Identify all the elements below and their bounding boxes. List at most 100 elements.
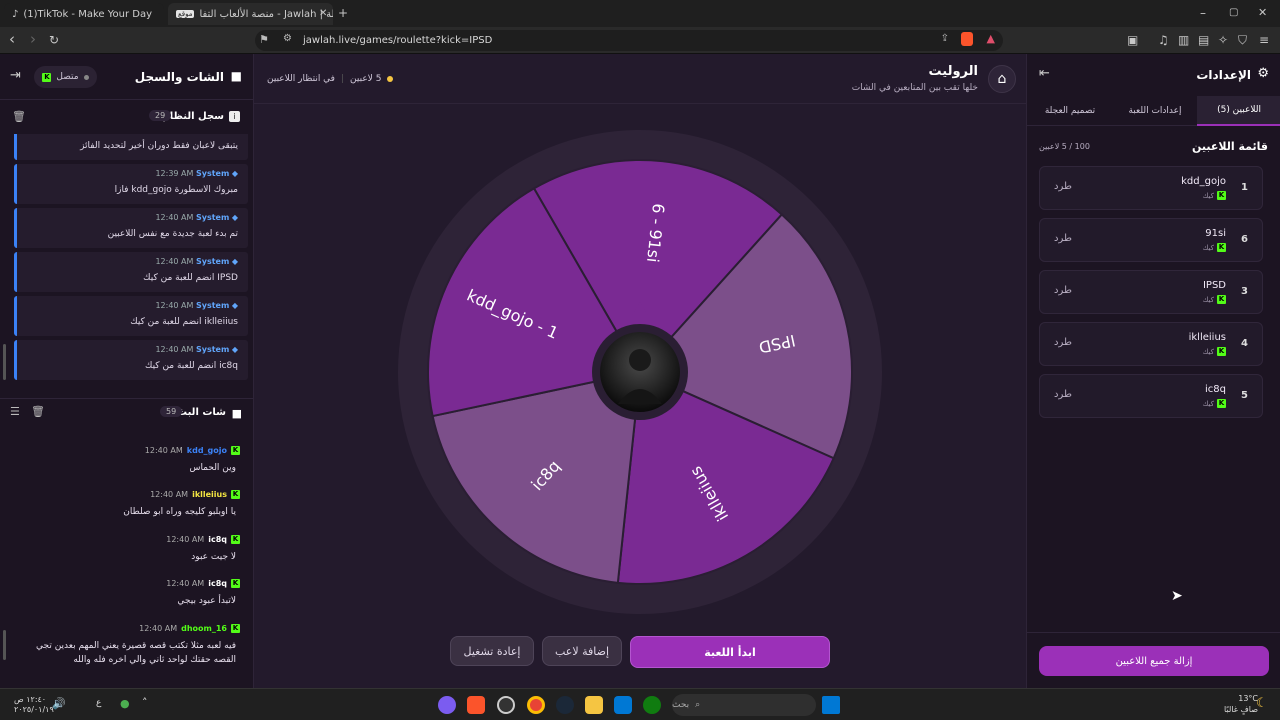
stream-chat-title: شات البث (177, 407, 226, 418)
collapse-panel-icon[interactable]: ⇤ (1039, 66, 1050, 81)
weather-widget[interactable]: 13°C صافٍ غالبًا (1180, 693, 1258, 717)
settings-header: ⇤ ⚙ الإعدادات (1027, 54, 1280, 96)
chat-icon: ■ (230, 69, 242, 83)
chat-panel-title: الشات والسجل (134, 70, 224, 84)
store-app-icon[interactable] (614, 696, 632, 714)
forward-icon[interactable]: › (30, 32, 36, 47)
tab-wheel-design[interactable]: تصميم العجلة (1027, 96, 1113, 126)
tab-players[interactable]: اللاعبين (5) (1197, 96, 1280, 126)
url-field[interactable]: ⚑ ⚙ jawlah.live/games/roulette?kick=IPSD… (255, 30, 1003, 51)
site-settings-icon[interactable]: ⚙ (283, 33, 292, 44)
kick-icon: K (231, 579, 240, 588)
scrollbar[interactable] (3, 344, 6, 380)
system-message: 12:40 AM System ◆ IPSD انضم للعبة من كيك (14, 252, 248, 292)
filter-icon[interactable]: ☰ (10, 405, 20, 418)
kick-icon: K (1217, 399, 1226, 408)
kick-icon: K (1217, 243, 1226, 252)
kick-player-button[interactable]: طرد (1054, 337, 1072, 348)
xbox-app-icon[interactable] (643, 696, 661, 714)
menu-icon[interactable]: ≡ (1259, 33, 1269, 47)
kick-icon: K (1217, 191, 1226, 200)
avatar-head (629, 349, 651, 371)
roulette-main: 5 لاعبين | في انتظار اللاعبين ⌂ الروليت … (254, 54, 1026, 688)
kick-player-button[interactable]: طرد (1054, 389, 1072, 400)
player-row: طرد 91si K كيك 6 (1039, 218, 1263, 262)
screenshot-icon[interactable]: ▣ (1127, 33, 1138, 47)
add-player-button[interactable]: إضافة لاعب (542, 636, 622, 666)
window-close-icon[interactable]: ✕ (1258, 6, 1267, 20)
chat-log-panel: ⇥ K متصل ■ الشات والسجل 🗑 i سجل النظام 2… (0, 54, 254, 688)
windows-taskbar: ١٢:٤٠ ص ٢٠٢٥/٠١/١٩ 🔊 ع ● ˄ ⌕ بحث 13°C صا… (0, 688, 1280, 720)
kick-player-button[interactable]: طرد (1054, 285, 1072, 296)
back-icon[interactable]: ‹ (9, 32, 15, 47)
scrollbar[interactable] (3, 630, 6, 660)
stream-chat-header: ☰ 🗑 ■ شات البث 59 (0, 398, 254, 422)
share-icon[interactable]: ⇪ (941, 33, 949, 44)
kick-icon: K (231, 535, 240, 544)
kick-player-button[interactable]: طرد (1054, 181, 1072, 192)
roulette-wheel[interactable]: 6 - 91siIPSDiklleiiusic8qkdd_gojo - 1 (386, 126, 894, 618)
url-text: jawlah.live/games/roulette?kick=IPSD (303, 35, 493, 46)
steam-app-icon[interactable] (556, 696, 574, 714)
new-tab-button[interactable]: + (338, 6, 348, 20)
home-button[interactable]: ⌂ (988, 65, 1016, 93)
start-game-button[interactable]: ابدأ اللعبة (630, 636, 830, 668)
brave-shield-icon[interactable] (961, 32, 973, 46)
stream-chat-list[interactable]: 12:40 AM kdd_gojo K وين الحماس 12:40 AM ikl… (0, 440, 254, 686)
taskbar-search[interactable]: ⌕ بحث (672, 694, 816, 716)
language-icon[interactable]: ع (96, 698, 101, 708)
chat-panel-header: ⇥ K متصل ■ الشات والسجل (0, 54, 254, 100)
speaker-icon[interactable]: 🔊 (52, 697, 66, 710)
bot-icon: ◆ (231, 169, 238, 178)
player-row: طرد ic8q K كيك 5 (1039, 374, 1263, 418)
leo-ai-icon[interactable]: ✧ (1218, 33, 1228, 47)
obs-app-icon[interactable] (497, 696, 515, 714)
player-list-title: قائمة اللاعبين (1192, 140, 1268, 153)
system-log-list[interactable]: يتبقى لاعبان فقط دوران أخير لتحديد الفائ… (0, 134, 254, 380)
remove-all-players-button[interactable]: إزالة جميع اللاعبين (1039, 646, 1269, 676)
sidebar-icon[interactable]: ▥ (1178, 33, 1189, 47)
brave-rewards-icon[interactable]: ▲ (987, 32, 995, 45)
player-row: طرد kdd_gojo K كيك 1 (1039, 166, 1263, 210)
vpn-icon[interactable]: ⛉ (1238, 33, 1247, 47)
player-row: طرد iklleiius K كيك 4 (1039, 322, 1263, 366)
microphone-icon[interactable]: ● (120, 697, 130, 710)
status-dot (387, 76, 394, 82)
minimize-icon[interactable]: – (1200, 6, 1206, 20)
restart-button[interactable]: إعادة تشغيل (450, 636, 534, 666)
player-row: طرد IPSD K كيك 3 (1039, 270, 1263, 314)
settings-tabs: اللاعبين (5) إعدادات اللعبة تصميم العجلة (1027, 96, 1280, 126)
bot-icon: ◆ (231, 213, 238, 222)
game-header: 5 لاعبين | في انتظار اللاعبين ⌂ الروليت … (254, 54, 1026, 104)
mouse-cursor-icon: ➤ (1171, 588, 1183, 604)
kick-player-button[interactable]: طرد (1054, 233, 1072, 244)
discord-app-icon[interactable] (438, 696, 456, 714)
maximize-icon[interactable]: ▢ (1229, 6, 1238, 20)
kick-icon: K (231, 446, 240, 455)
bot-icon: ◆ (231, 257, 238, 266)
tab-game-settings[interactable]: إعدادات اللعبة (1113, 96, 1197, 126)
game-title: الروليت (928, 64, 978, 79)
file-explorer-icon[interactable] (585, 696, 603, 714)
reload-icon[interactable]: ↻ (49, 33, 59, 47)
trash-icon[interactable]: 🗑 (12, 110, 26, 123)
chrome-app-icon[interactable] (527, 696, 545, 714)
chat-message: 12:40 AM ic8q K لاتبدأ عبود بيجي (166, 579, 240, 606)
tab-tiktok[interactable]: ♪ (1)TikTok - Make Your Day (4, 3, 164, 25)
wallet-icon[interactable]: ▤ (1198, 33, 1209, 47)
brave-app-icon[interactable] (467, 696, 485, 714)
tab-jawlah[interactable]: موقع جولة | Jawlah - منصة الألعاب التفا (168, 3, 333, 25)
settings-panel: ⇤ ⚙ الإعدادات اللاعبين (5) إعدادات اللعب… (1026, 54, 1280, 688)
bot-icon: ◆ (231, 345, 238, 354)
windows-start-icon[interactable] (822, 696, 840, 714)
weather-icon: ☾ (1256, 696, 1268, 711)
collapse-panel-icon[interactable]: ⇥ (10, 68, 21, 83)
status-dot (83, 74, 89, 80)
gear-icon: ⚙ (1257, 66, 1269, 81)
bookmark-icon[interactable]: ⚑ (259, 33, 269, 46)
close-tab-icon[interactable]: ✕ (319, 7, 327, 21)
media-icon[interactable]: ♫ (1158, 33, 1169, 47)
game-status: 5 لاعبين | في انتظار اللاعبين (267, 74, 394, 84)
tray-chevron-icon[interactable]: ˄ (142, 696, 148, 709)
trash-icon[interactable]: 🗑 (31, 405, 45, 418)
